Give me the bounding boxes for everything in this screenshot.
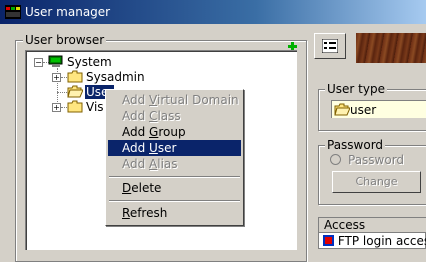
- user-browser-label: User browser: [23, 33, 107, 47]
- folder-icon: [67, 70, 83, 83]
- folder-open-icon: [334, 103, 350, 116]
- access-row[interactable]: FTP login access: [323, 234, 426, 248]
- tree-node-vis[interactable]: Vis: [86, 100, 104, 114]
- expand-toggle[interactable]: +: [52, 73, 61, 82]
- folder-open-icon: [67, 85, 83, 98]
- list-view-icon: [322, 39, 338, 53]
- tree-node-sysadmin[interactable]: Sysadmin: [86, 70, 145, 84]
- title-bar[interactable]: User manager: [0, 0, 426, 24]
- expand-toggle[interactable]: +: [52, 103, 61, 112]
- password-label: Password: [325, 138, 386, 152]
- access-row-label: FTP login access: [337, 234, 426, 248]
- user-type-field[interactable]: user: [331, 100, 426, 118]
- context-menu: Add Virtual Domain Add Class Add Group A…: [105, 89, 244, 226]
- view-toggle-button[interactable]: [314, 33, 346, 59]
- password-radio-label: Password: [348, 153, 405, 167]
- app-icon: [5, 5, 21, 19]
- menu-add-class[interactable]: Add Class: [108, 108, 241, 124]
- menu-separator: [109, 176, 240, 178]
- password-radio[interactable]: [330, 154, 341, 165]
- menu-refresh[interactable]: Refresh: [108, 205, 241, 221]
- menu-separator: [109, 200, 240, 202]
- ftp-icon: [323, 235, 334, 246]
- decorative-image: [356, 33, 426, 63]
- menu-add-group[interactable]: Add Group: [108, 124, 241, 140]
- user-type-label: User type: [325, 82, 387, 96]
- computer-icon: [48, 55, 63, 67]
- user-type-value: user: [350, 103, 377, 117]
- change-password-button[interactable]: Change: [332, 171, 421, 193]
- menu-add-alias[interactable]: Add Alias: [108, 156, 241, 172]
- access-list[interactable]: Access FTP login access: [318, 217, 426, 249]
- access-header: Access: [319, 218, 426, 233]
- menu-add-user[interactable]: Add User: [108, 140, 241, 156]
- folder-icon: [67, 100, 83, 113]
- menu-delete[interactable]: Delete: [108, 180, 241, 196]
- collapse-toggle[interactable]: −: [34, 58, 43, 67]
- window-title: User manager: [25, 5, 111, 19]
- menu-add-virtual-domain[interactable]: Add Virtual Domain: [108, 92, 241, 108]
- tree-root-label[interactable]: System: [67, 55, 112, 69]
